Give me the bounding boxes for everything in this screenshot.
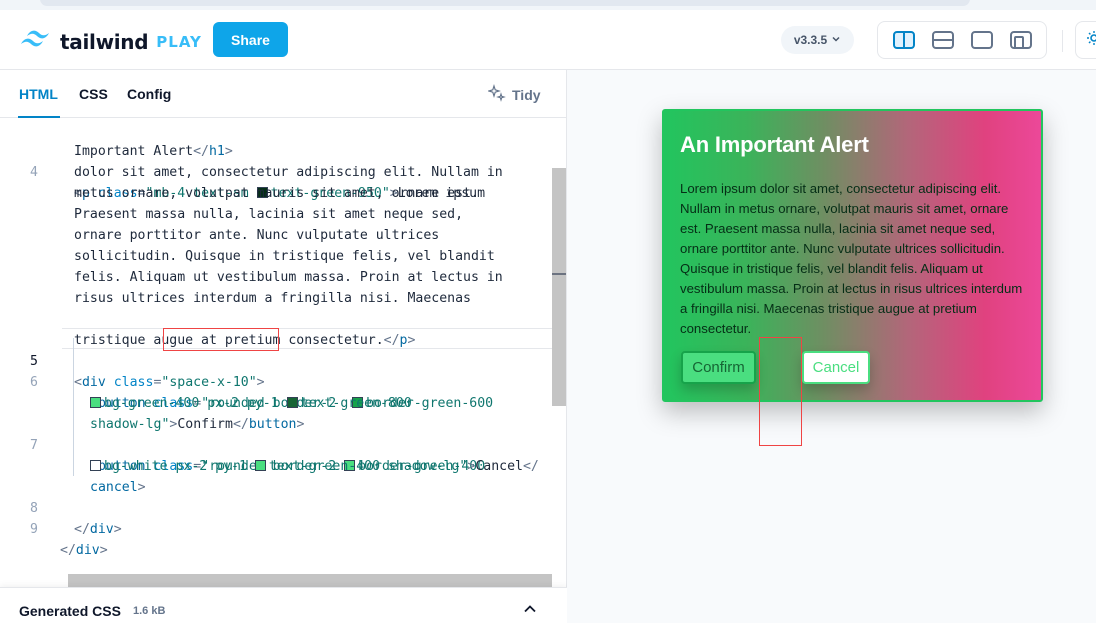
code-line: risus ultrices interdum a fringilla nisi… [74,291,471,306]
layout-vertical-split-icon[interactable] [892,30,916,50]
preview-pane: An Important Alert Lorem ipsum dolor sit… [567,70,1096,623]
alert-card: An Important Alert Lorem ipsum dolor sit… [662,109,1043,402]
confirm-button[interactable]: Confirm [681,351,756,384]
code-line: bg-white px-2 py-1 text-green-400 shadow… [0,435,567,474]
app-header: tailwind PLAY Share v3.3.5 [0,10,1096,70]
version-label: v3.3.5 [793,33,828,47]
code-editor[interactable]: Important Alert</h1> 4 <p class="mb-4 te… [0,118,567,578]
spacing-highlight-box [759,337,802,446]
code-line: ornare porttitor ante. Nunc vulputate ul… [74,228,440,243]
code-line: 7 <button class="rounded border-2 border… [0,414,567,474]
code-line: sollicitudin. Quisque in tristique felis… [74,249,495,264]
editor-tabs: HTML CSS Config Tidy [0,70,567,118]
tab-html[interactable]: HTML [19,86,58,102]
tab-config[interactable]: Config [127,86,171,102]
code-line: bg-green-400 px-2 py-1 text-green-800 [0,372,567,411]
sun-icon [1086,30,1096,51]
tailwind-logo-icon [18,28,54,55]
highlight-box [163,328,279,351]
layout-switcher [877,21,1047,59]
code-line: metus ornare, volutpat mauris sit amet, … [74,186,479,201]
header-divider [1062,30,1063,52]
alert-title: An Important Alert [680,132,869,157]
chevron-up-icon[interactable] [522,601,538,622]
editor-pane: HTML CSS Config Tidy Important Alert</h1… [0,70,567,623]
scrollbar-marker [552,273,566,275]
browser-top-strip [0,0,1096,10]
logo-play-suffix: PLAY [156,32,202,51]
generated-css-panel[interactable]: Generated CSS 1.6 kB [0,587,567,623]
code-line-current: 5 <div class="space-x-10"> [0,330,567,390]
alert-body: Lorem ipsum dolor sit amet, consectetur … [680,181,1023,336]
tab-css[interactable]: CSS [79,86,108,102]
code-line: tristique augue at pretium consectetur.<… [74,333,416,348]
code-line: 6 <button class="rounded border-2 border… [0,351,567,411]
code-line: dolor sit amet, consectetur adipiscing e… [74,165,503,180]
code-line: felis. Aliquam ut vestibulum massa. Proi… [74,270,503,285]
vertical-scrollbar[interactable] [552,168,566,406]
sparkles-icon [487,84,506,105]
layout-preview-only-icon[interactable] [970,30,994,50]
layout-horizontal-split-icon[interactable] [931,30,955,50]
share-button[interactable]: Share [213,22,288,57]
code-line: 8 </div> [0,477,567,537]
cancel-button[interactable]: Cancel [802,351,870,384]
generated-css-title: Generated CSS [19,603,121,619]
code-line: Praesent massa nulla, lacinia sit amet n… [74,207,464,222]
address-bar-edge [40,0,970,6]
theme-toggle-button[interactable] [1075,21,1096,59]
line-number: 9 [30,522,38,537]
code-line: shadow-lg">Confirm</button> [90,417,305,432]
version-select[interactable]: v3.3.5 [781,26,854,54]
tidy-label: Tidy [512,86,541,103]
code-line: 9 </div> [0,498,567,558]
code-line: cancel> [90,480,146,495]
tidy-button[interactable]: Tidy [487,84,541,105]
chevron-down-icon [831,33,841,47]
tailwind-play-logo[interactable]: tailwind PLAY [18,28,202,55]
horizontal-scrollbar[interactable] [68,574,552,587]
code-line: Important Alert</h1> [74,144,233,159]
generated-css-size: 1.6 kB [133,605,166,617]
code-line: 4 <p class="mb-4 text-sm text-green-950"… [0,141,567,201]
logo-wordmark: tailwind [60,29,149,54]
layout-responsive-icon[interactable] [1009,30,1033,50]
